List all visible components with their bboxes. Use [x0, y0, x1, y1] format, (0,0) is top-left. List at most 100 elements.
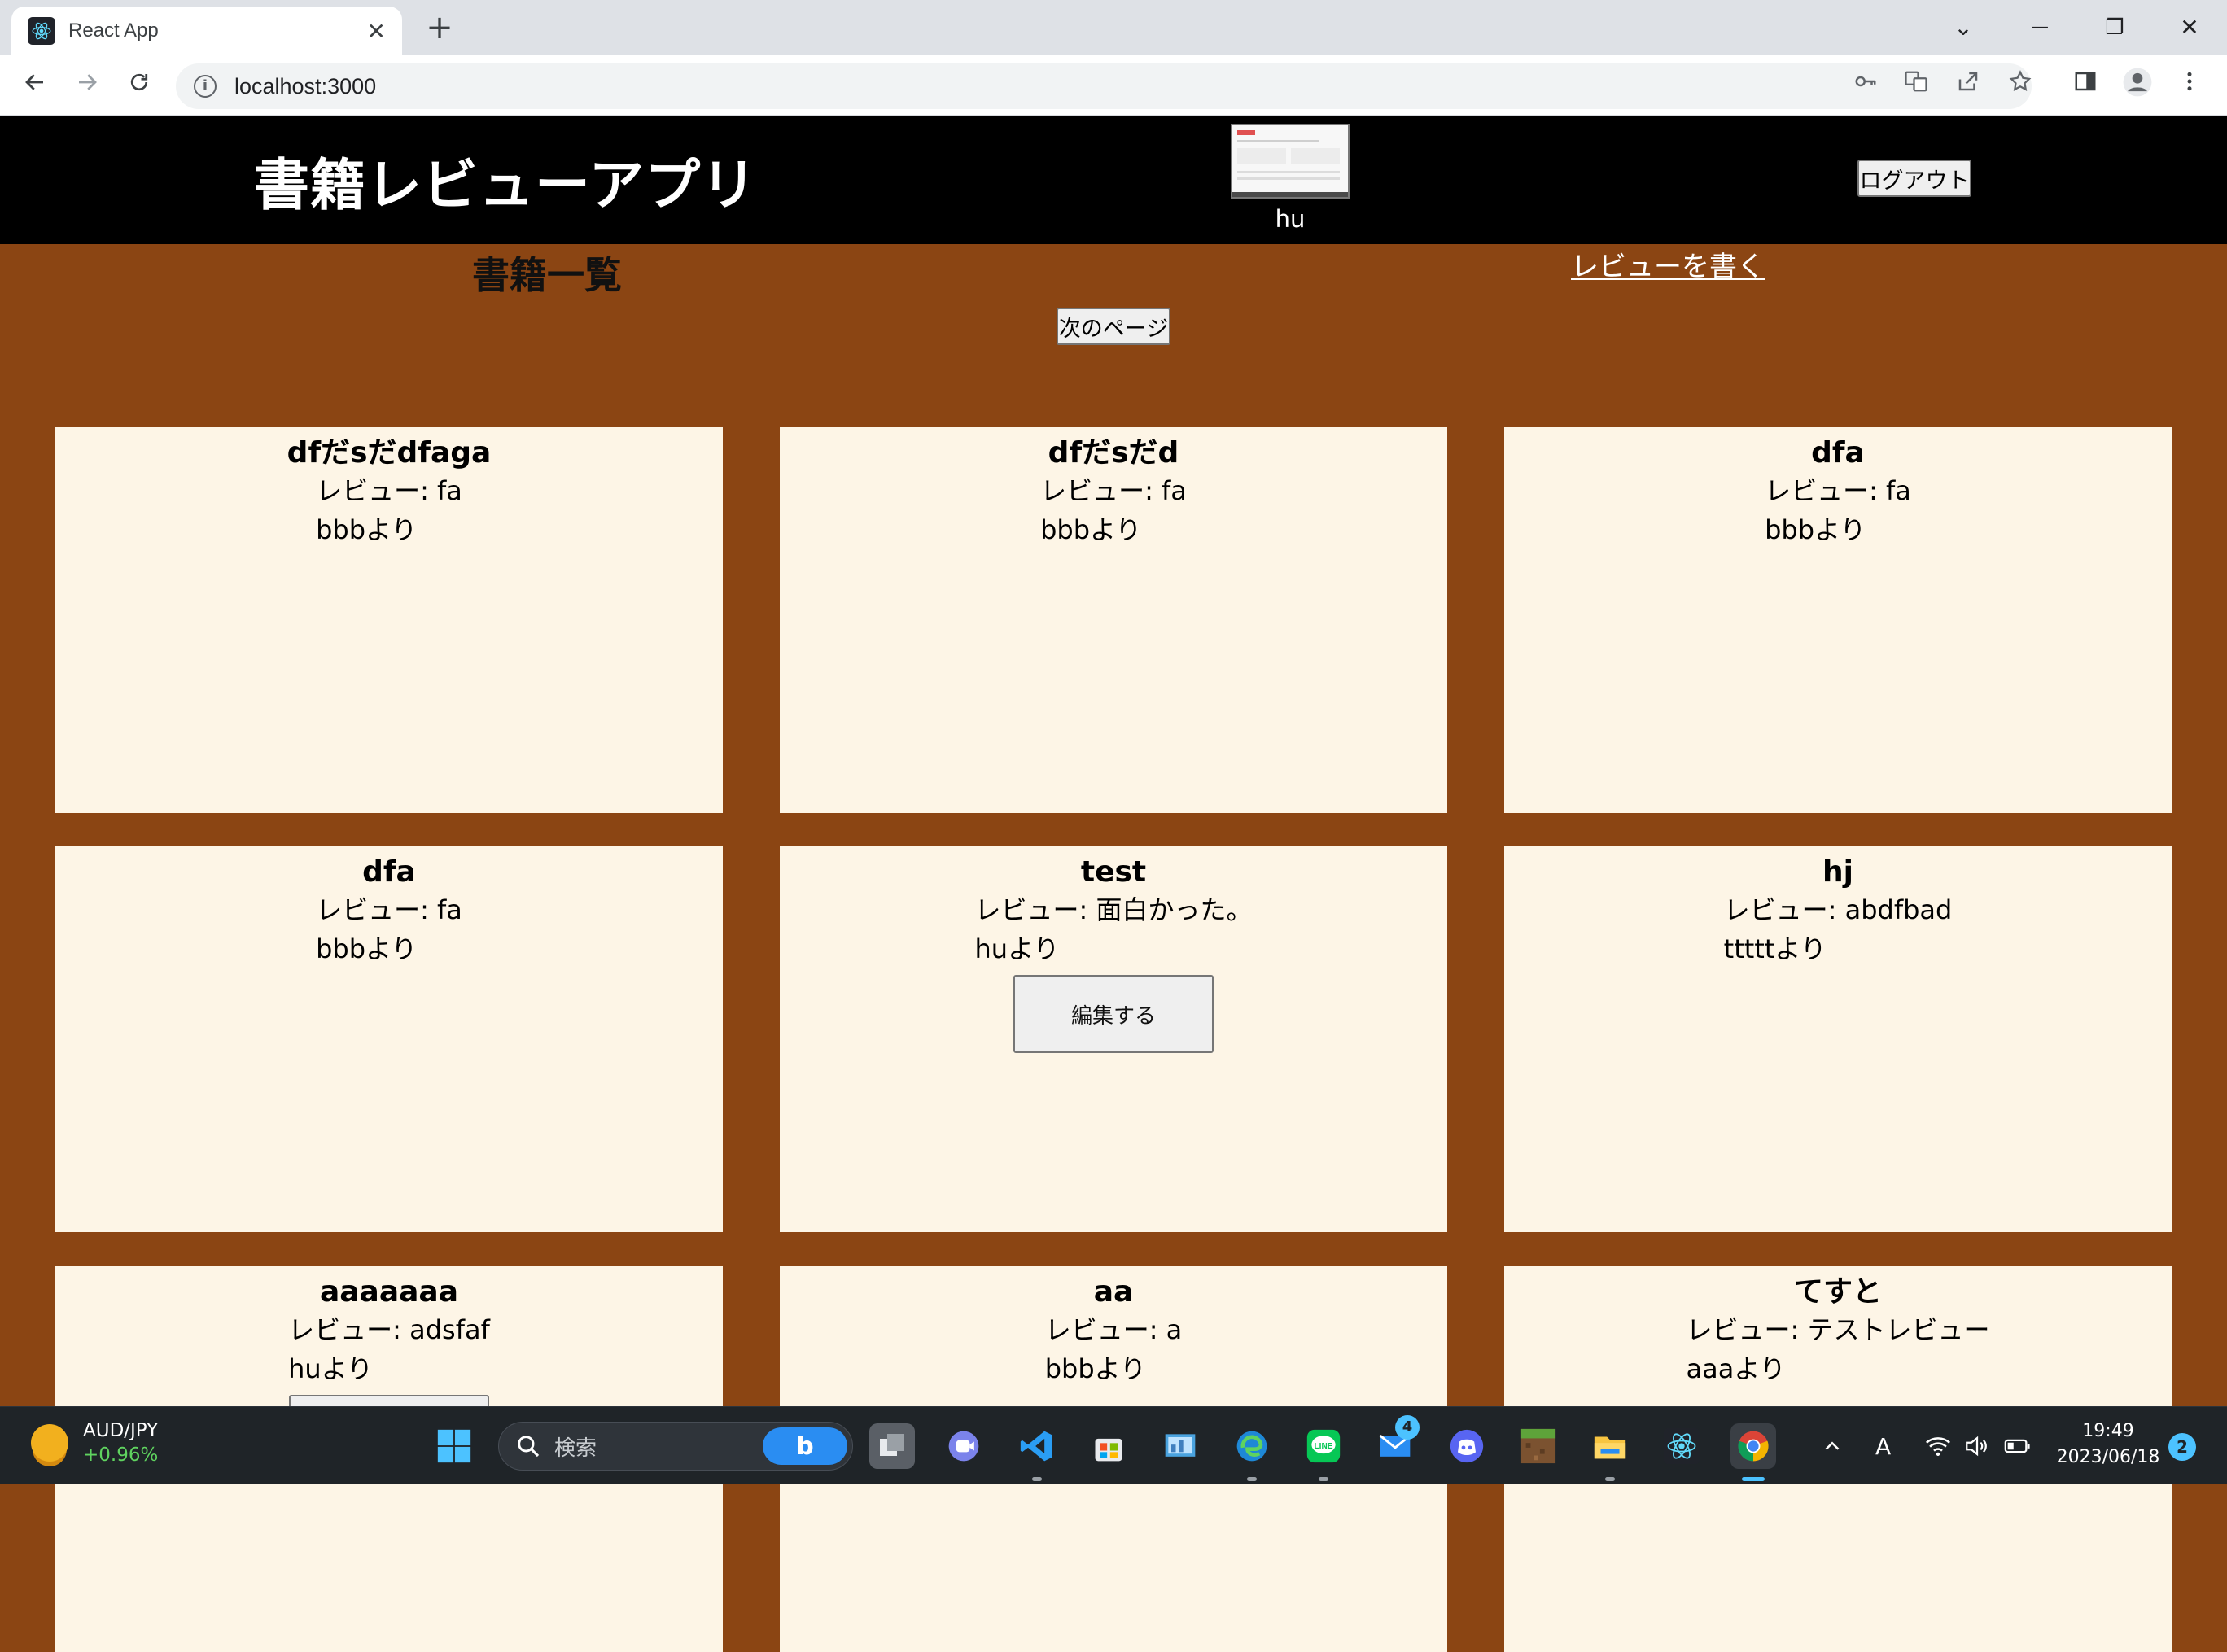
svg-text:LINE: LINE	[1315, 1442, 1333, 1451]
site-info-icon[interactable]: i	[194, 75, 217, 98]
book-title: aaaaaaa	[319, 1275, 459, 1309]
wifi-icon[interactable]	[1924, 1407, 1952, 1485]
book-title: hj	[1822, 855, 1853, 889]
translate-icon[interactable]	[1897, 67, 1936, 106]
forward-arrow-icon[interactable]	[67, 65, 107, 106]
file-explorer-icon[interactable]	[1587, 1423, 1633, 1469]
url-text: localhost:3000	[234, 73, 377, 98]
bookmark-star-icon[interactable]	[2001, 67, 2040, 106]
tray-overflow-chevron-icon[interactable]	[1820, 1407, 1844, 1485]
page-title: 書籍一覧	[472, 253, 622, 297]
search-icon	[518, 1436, 540, 1458]
browser-toolbar: i localhost:3000	[0, 55, 2227, 116]
book-review: レビュー: a	[1044, 1314, 1183, 1345]
book-reviewer: bbbより	[1040, 514, 1142, 545]
control-panel-icon[interactable]	[1157, 1423, 1203, 1469]
restore-button[interactable]: ❐	[2092, 5, 2137, 50]
ticker-name: AUD/JPY	[83, 1420, 159, 1441]
running-indicator	[1032, 1477, 1042, 1481]
book-reviewer: aaaより	[1686, 1353, 1786, 1384]
book-review: レビュー: fa	[1040, 475, 1187, 506]
bing-icon[interactable]: b	[763, 1427, 847, 1465]
microsoft-store-icon[interactable]	[1086, 1423, 1131, 1469]
vscode-icon[interactable]	[1014, 1423, 1060, 1469]
edit-review-button[interactable]: 編集する	[1013, 975, 1214, 1053]
back-arrow-icon[interactable]	[15, 65, 55, 106]
discord-icon[interactable]	[1444, 1423, 1490, 1469]
notification-badge[interactable]: 2	[2168, 1433, 2196, 1461]
book-reviewer: bbbより	[1044, 1353, 1147, 1384]
ticker-change: +0.96%	[83, 1444, 159, 1466]
book-card[interactable]: dfa レビュー: fa bbbより	[1504, 427, 2172, 813]
search-placeholder: 検索	[554, 1436, 597, 1461]
tab-search-dropdown-icon[interactable]: ⌄	[1940, 5, 1986, 50]
ime-indicator[interactable]: A	[1875, 1407, 1891, 1485]
book-reviewer: huより	[974, 933, 1060, 964]
next-page-button[interactable]: 次のページ	[1057, 308, 1170, 345]
write-review-link[interactable]: レビューを書く	[1571, 244, 1765, 284]
line-app-icon[interactable]: LINE	[1301, 1423, 1346, 1469]
book-title: てすと	[1793, 1275, 1882, 1309]
book-title: aa	[1093, 1275, 1134, 1309]
side-panel-icon[interactable]	[2066, 67, 2105, 106]
address-bar[interactable]: i localhost:3000	[176, 63, 2032, 109]
edge-browser-icon[interactable]	[1229, 1423, 1275, 1469]
tab-title: React App	[68, 20, 159, 42]
book-card[interactable]: dfだsだd レビュー: fa bbbより	[780, 427, 1447, 813]
task-view-icon[interactable]	[869, 1423, 915, 1469]
close-tab-icon[interactable]: ✕	[367, 18, 386, 45]
book-title: dfだsだdfaga	[287, 436, 492, 470]
book-reviewer: bbbより	[316, 514, 418, 545]
user-avatar	[1231, 124, 1350, 199]
book-card[interactable]: hj レビュー: abdfbad tttttより	[1504, 846, 2172, 1232]
reload-icon[interactable]	[119, 65, 160, 106]
book-reviewer: tttttより	[1723, 933, 1827, 964]
book-title: dfa	[1811, 436, 1865, 470]
close-window-button[interactable]: ✕	[2167, 5, 2212, 50]
react-logo-icon	[28, 17, 55, 45]
book-title: test	[1080, 855, 1147, 889]
running-indicator	[1319, 1477, 1328, 1481]
running-indicator	[1605, 1477, 1615, 1481]
logout-button[interactable]: ログアウト	[1857, 160, 1971, 197]
taskbar-search-input[interactable]: 検索 b	[498, 1422, 853, 1471]
book-card[interactable]: test レビュー: 面白かった。 huより 編集する	[780, 846, 1447, 1232]
book-review: レビュー: 面白かった。	[974, 894, 1253, 925]
active-indicator	[1742, 1477, 1765, 1481]
book-card[interactable]: dfだsだdfaga レビュー: fa bbbより	[55, 427, 723, 813]
chrome-icon[interactable]	[1730, 1423, 1776, 1469]
teams-chat-icon[interactable]	[941, 1423, 987, 1469]
clock-date: 2023/06/18	[2056, 1447, 2160, 1467]
clock-time: 19:49	[2082, 1421, 2134, 1441]
running-indicator	[1247, 1477, 1257, 1481]
user-name: hu	[1275, 205, 1306, 233]
book-review: レビュー: abdfbad	[1723, 894, 1953, 925]
minimize-button[interactable]: —	[2017, 5, 2063, 50]
book-title: dfだsだd	[1048, 436, 1179, 470]
book-review: レビュー: テストレビュー	[1686, 1314, 1990, 1345]
book-review: レビュー: fa	[316, 475, 462, 506]
clock[interactable]: 19:49 2023/06/18	[2053, 1418, 2164, 1471]
market-widget[interactable]: AUD/JPY +0.96%	[31, 1418, 158, 1467]
book-reviewer: bbbより	[1765, 514, 1866, 545]
book-card[interactable]: dfa レビュー: fa bbbより	[55, 846, 723, 1232]
book-title: dfa	[362, 855, 416, 889]
mail-badge: 4	[1395, 1415, 1420, 1440]
react-devtools-icon[interactable]	[1659, 1423, 1704, 1469]
new-tab-button[interactable]: +	[422, 10, 457, 46]
password-key-icon[interactable]	[1846, 67, 1885, 106]
minecraft-icon[interactable]	[1516, 1423, 1561, 1469]
volume-icon[interactable]	[1963, 1407, 1991, 1485]
book-reviewer: bbbより	[316, 933, 418, 964]
browser-tab-react-app[interactable]: React App ✕	[11, 7, 402, 55]
windows-taskbar: AUD/JPY +0.96% 検索 b LINE 4 A 19:49 2023/…	[0, 1406, 2227, 1484]
battery-icon[interactable]	[2002, 1407, 2032, 1485]
app-title: 書籍レビューアプリ	[254, 154, 758, 218]
start-windows-icon[interactable]	[431, 1423, 477, 1469]
app-header: 書籍レビューアプリ hu ログアウト	[0, 116, 2227, 244]
book-review: レビュー: fa	[316, 894, 462, 925]
profile-avatar-icon[interactable]	[2118, 67, 2157, 106]
share-icon[interactable]	[1949, 67, 1988, 106]
book-review: レビュー: fa	[1765, 475, 1911, 506]
more-menu-icon[interactable]	[2170, 67, 2209, 106]
